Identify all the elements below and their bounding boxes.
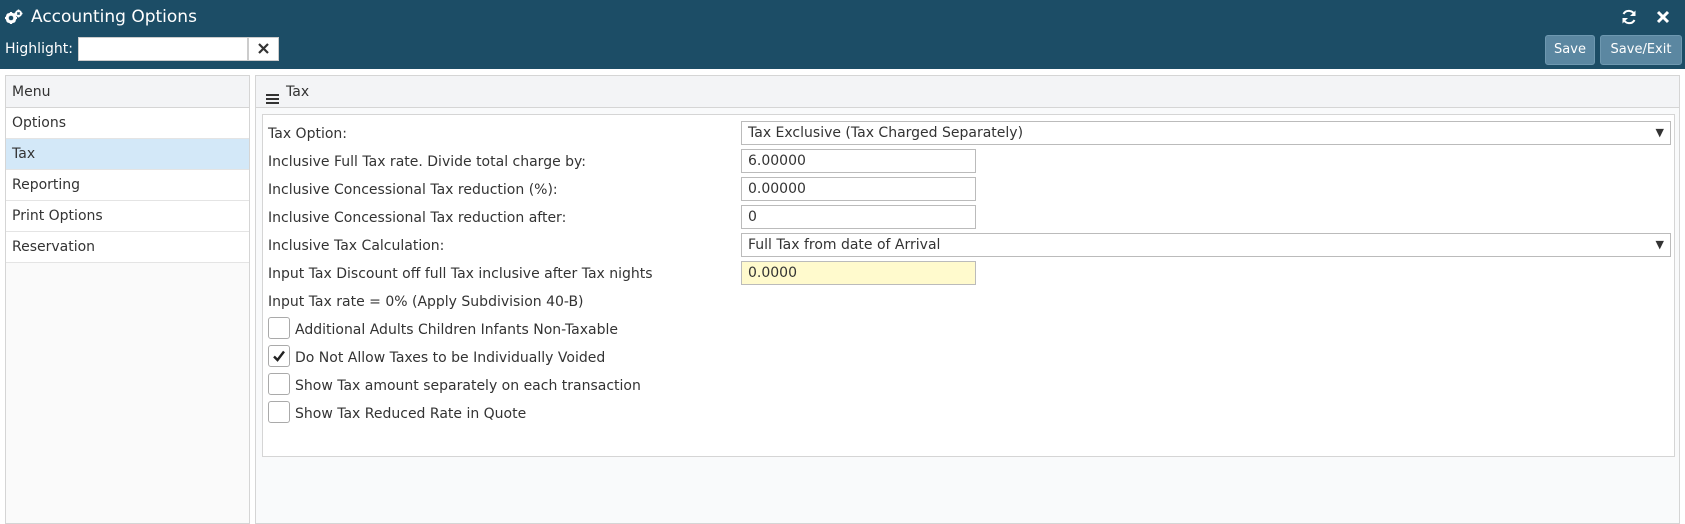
save-button[interactable]: Save <box>1545 35 1595 65</box>
window-title: Accounting Options <box>31 7 197 27</box>
close-icon[interactable] <box>1654 8 1672 26</box>
sidebar-item-print-options[interactable]: Print Options <box>6 201 249 232</box>
panel-title: Tax <box>286 84 310 100</box>
non-taxable-label: Additional Adults Children Infants Non-T… <box>295 322 619 338</box>
highlight-input[interactable] <box>78 37 248 61</box>
non-taxable-checkbox[interactable] <box>268 317 290 339</box>
sidebar-item-reservation[interactable]: Reservation <box>6 232 249 263</box>
no-void-taxes-label: Do Not Allow Taxes to be Individually Vo… <box>295 350 606 366</box>
dropdown-arrow-icon: ▼ <box>1655 238 1664 251</box>
show-reduced-rate-checkbox[interactable] <box>268 401 290 423</box>
input-discount-input[interactable] <box>741 261 976 285</box>
dropdown-arrow-icon: ▼ <box>1655 126 1664 139</box>
sidebar-item-reporting[interactable]: Reporting <box>6 170 249 201</box>
window-header: Accounting Options Highlight: Save Save/… <box>0 0 1685 69</box>
tax-calculation-label: Inclusive Tax Calculation: <box>268 238 445 254</box>
refresh-icon[interactable] <box>1620 8 1638 26</box>
show-tax-separately-label: Show Tax amount separately on each trans… <box>295 378 641 394</box>
show-tax-separately-checkbox[interactable] <box>268 373 290 395</box>
save-exit-button[interactable]: Save/Exit <box>1600 35 1682 65</box>
sidebar-menu: Menu Options Tax Reporting Print Options… <box>5 75 250 524</box>
sidebar-item-tax[interactable]: Tax <box>6 139 249 170</box>
tax-option-label: Tax Option: <box>268 126 347 142</box>
full-rate-label: Inclusive Full Tax rate. Divide total ch… <box>268 154 587 170</box>
tax-calculation-value: Full Tax from date of Arrival <box>748 237 941 253</box>
panel-header: Tax <box>256 76 1679 108</box>
clear-highlight-button[interactable] <box>248 37 279 61</box>
concessional-reduction-label: Inclusive Concessional Tax reduction (%)… <box>268 182 558 198</box>
no-void-taxes-checkbox[interactable] <box>268 345 290 367</box>
highlight-label: Highlight: <box>5 41 73 57</box>
hamburger-icon <box>266 85 279 104</box>
sidebar-item-options[interactable]: Options <box>6 108 249 139</box>
tax-option-value: Tax Exclusive (Tax Charged Separately) <box>748 125 1024 141</box>
tax-calculation-select[interactable]: Full Tax from date of Arrival ▼ <box>741 233 1671 257</box>
tax-form: Tax Option: Tax Exclusive (Tax Charged S… <box>262 114 1675 457</box>
input-tax-note: Input Tax rate = 0% (Apply Subdivision 4… <box>268 294 584 310</box>
concessional-reduction-input[interactable] <box>741 177 976 201</box>
input-discount-label: Input Tax Discount off full Tax inclusiv… <box>268 266 653 282</box>
title-bar: Accounting Options <box>0 0 1685 34</box>
sidebar-heading: Menu <box>6 76 249 108</box>
full-rate-input[interactable] <box>741 149 976 173</box>
tax-option-select[interactable]: Tax Exclusive (Tax Charged Separately) ▼ <box>741 121 1671 145</box>
clear-icon <box>258 43 269 54</box>
cogs-icon <box>5 9 23 25</box>
main-panel: Tax Tax Option: Tax Exclusive (Tax Charg… <box>255 75 1680 524</box>
concessional-after-label: Inclusive Concessional Tax reduction aft… <box>268 210 567 226</box>
show-reduced-rate-label: Show Tax Reduced Rate in Quote <box>295 406 527 422</box>
concessional-after-input[interactable] <box>741 205 976 229</box>
checkmark-icon <box>273 350 285 362</box>
